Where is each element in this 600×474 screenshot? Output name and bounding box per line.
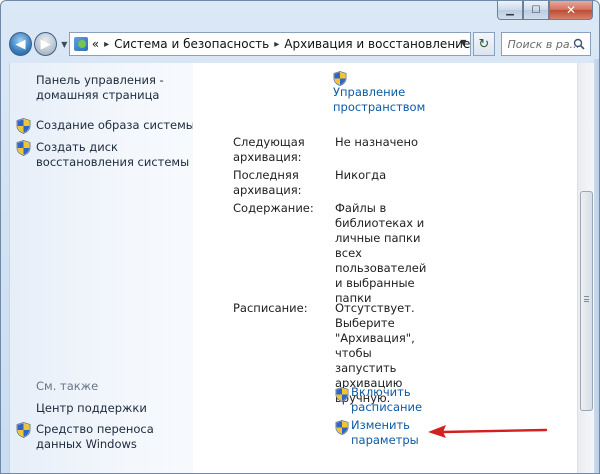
backup-details-pane: Управление пространством Следующая архив… bbox=[193, 63, 577, 473]
chevron-down-icon[interactable]: ▼ bbox=[460, 38, 466, 47]
shield-icon bbox=[333, 71, 347, 86]
breadcrumb-system-security[interactable]: Система и безопасность bbox=[114, 37, 269, 51]
last-backup-value: Никогда bbox=[335, 168, 387, 182]
maximize-button[interactable]: ☐ bbox=[523, 1, 549, 20]
enable-schedule-label: Включить расписание bbox=[351, 385, 423, 414]
action-center-link[interactable]: Центр поддержки bbox=[36, 401, 196, 416]
refresh-icon: ↻ bbox=[478, 36, 490, 52]
scrollbar-grip-icon bbox=[584, 296, 589, 302]
refresh-button[interactable]: ↻ bbox=[473, 32, 495, 56]
scrollbar-thumb[interactable] bbox=[580, 191, 593, 411]
see-also-header: См. также bbox=[36, 379, 99, 393]
window-caption-buttons: ▁ ☐ ✕ bbox=[497, 1, 593, 21]
next-backup-value: Не назначено bbox=[335, 135, 419, 149]
shield-icon bbox=[16, 140, 31, 156]
change-settings-label: Изменить параметры bbox=[351, 418, 419, 447]
windows-easy-transfer-label: Средство переноса данных Windows bbox=[36, 422, 154, 451]
recent-pages-dropdown[interactable]: ▼ bbox=[61, 40, 67, 49]
contents-label: Содержание: bbox=[233, 201, 314, 215]
forward-button[interactable]: ▶ bbox=[34, 32, 58, 56]
shield-icon bbox=[335, 387, 349, 402]
create-recovery-disc-label: Создать диск восстановления системы bbox=[36, 140, 190, 169]
last-backup-label: Последняя архивация: bbox=[233, 168, 302, 197]
breadcrumb-backup-restore[interactable]: Архивация и восстановление bbox=[284, 37, 470, 51]
schedule-label: Расписание: bbox=[233, 301, 308, 315]
next-backup-label: Следующая архивация: bbox=[233, 135, 305, 164]
create-system-image-link[interactable]: Создание образа системы bbox=[16, 118, 196, 134]
search-icon[interactable] bbox=[573, 38, 585, 50]
chevron-right-icon[interactable]: ▸ bbox=[274, 39, 279, 50]
shield-icon bbox=[335, 420, 349, 435]
control-panel-home-link[interactable]: Панель управления - домашняя страница bbox=[36, 73, 196, 103]
enable-schedule-link[interactable]: Включить расписание bbox=[335, 385, 471, 415]
window-frame bbox=[594, 59, 599, 473]
address-bar[interactable]: « ▸ Система и безопасность ▸ Архивация и… bbox=[69, 32, 472, 56]
minimize-button[interactable]: ▁ bbox=[497, 1, 523, 20]
search-box[interactable] bbox=[500, 32, 591, 56]
shield-icon bbox=[16, 118, 31, 134]
annotation-arrow-icon bbox=[428, 425, 548, 438]
arrow-left-icon: ◀ bbox=[15, 36, 26, 52]
task-pane: Панель управления - домашняя страница Со… bbox=[9, 63, 196, 473]
search-input[interactable] bbox=[507, 37, 578, 51]
create-recovery-disc-link[interactable]: Создать диск восстановления системы bbox=[16, 140, 196, 170]
navigation-bar: ◀ ▶ ▼ « ▸ Система и безопасность ▸ Архив… bbox=[9, 29, 591, 59]
control-panel-window: ▁ ☐ ✕ ◀ ▶ ▼ « ▸ Система и безопасность ▸… bbox=[0, 0, 600, 474]
vertical-scrollbar[interactable] bbox=[577, 63, 594, 473]
chevron-right-icon[interactable]: ▸ bbox=[104, 39, 109, 50]
shield-icon bbox=[16, 422, 31, 438]
manage-space-label: Управление пространством bbox=[333, 85, 426, 114]
control-panel-icon bbox=[74, 37, 88, 51]
contents-value: Файлы в библиотеках и личные папки всех … bbox=[335, 201, 427, 305]
close-button[interactable]: ✕ bbox=[549, 1, 593, 20]
arrow-right-icon: ▶ bbox=[40, 36, 51, 52]
manage-space-link[interactable]: Управление пространством bbox=[333, 71, 433, 115]
breadcrumb-overflow[interactable]: « bbox=[92, 37, 99, 51]
back-button[interactable]: ◀ bbox=[9, 32, 33, 56]
windows-easy-transfer-link[interactable]: Средство переноса данных Windows bbox=[16, 422, 196, 452]
create-system-image-label: Создание образа системы bbox=[36, 118, 195, 132]
